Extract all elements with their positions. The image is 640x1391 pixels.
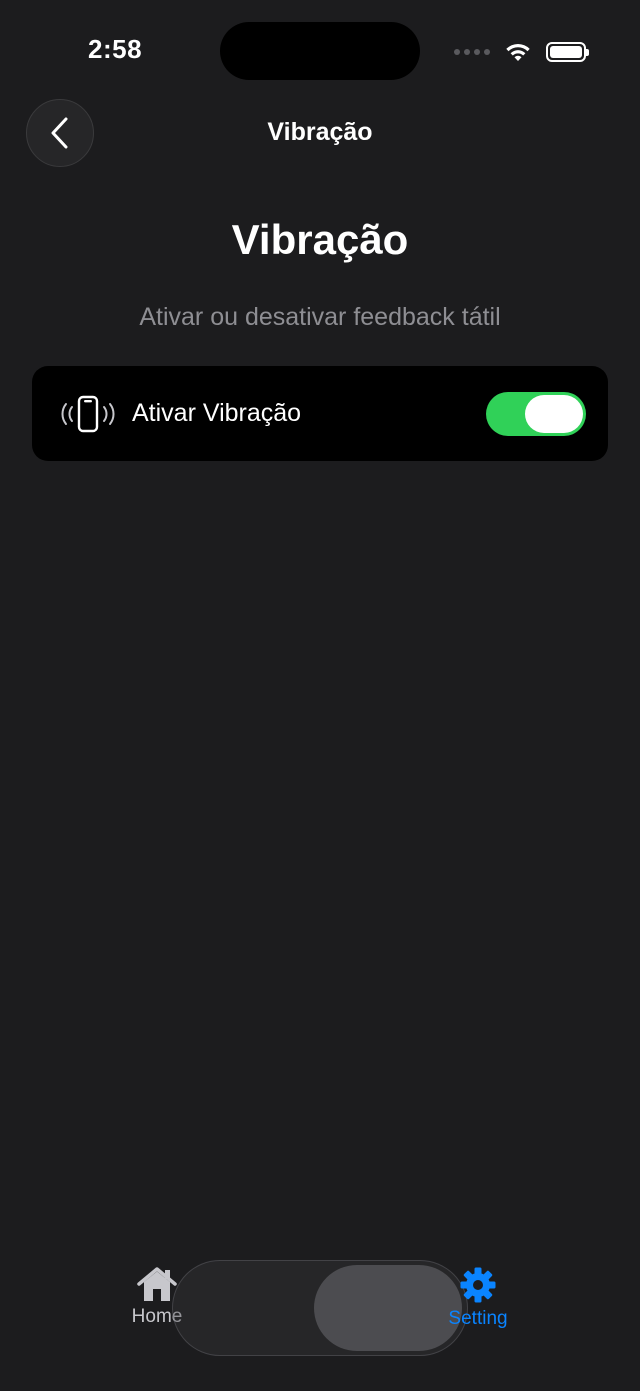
nav-title: Vibração — [267, 118, 373, 146]
dynamic-island — [220, 22, 420, 80]
gear-icon — [460, 1267, 496, 1303]
cellular-signal-icon — [454, 49, 490, 55]
vibration-toggle[interactable] — [486, 391, 586, 436]
battery-icon — [546, 42, 589, 62]
phone-vibration-icon — [58, 394, 118, 434]
vibration-setting-row: Ativar Vibração — [32, 366, 608, 461]
vibration-label: Ativar Vibração — [132, 399, 302, 427]
toggle-knob — [525, 394, 583, 433]
tab-setting-label: Setting — [448, 1308, 508, 1329]
page-subtitle: Ativar ou desativar feedback tátil — [139, 303, 501, 331]
page-title: Vibração — [231, 216, 409, 263]
tab-setting[interactable]: Setting — [436, 1266, 520, 1330]
status-time: 2:58 — [88, 34, 143, 64]
screen: 2:58 Vibração Vibração Ativar ou desativ… — [0, 0, 640, 1391]
house-icon — [137, 1267, 177, 1301]
wifi-icon — [506, 44, 530, 61]
status-indicators — [454, 38, 589, 66]
